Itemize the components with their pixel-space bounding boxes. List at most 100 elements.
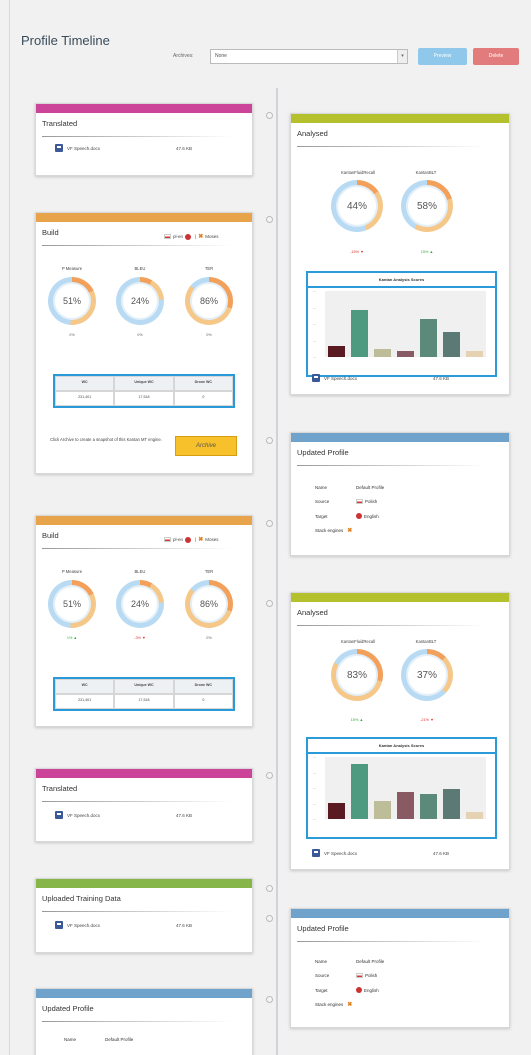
profile-key: Stack engines <box>315 1002 344 1007</box>
preview-button[interactable]: Preview <box>418 48 467 65</box>
updated-profile-card: Updated Profile Name Default Profile <box>35 988 253 1055</box>
card-title: Translated <box>42 119 78 128</box>
profile-value: Default Profile <box>105 1037 134 1042</box>
timeline-node <box>266 996 273 1003</box>
card-title: Build <box>42 531 59 540</box>
profile-row: Stack engines ✖ <box>315 1001 354 1008</box>
chart-bar <box>350 764 369 819</box>
table-cell: 0 <box>173 694 233 709</box>
kantan-blt-gauge: 58% <box>401 180 453 232</box>
profile-row: Name Default Profile <box>64 1037 133 1042</box>
gauge-label: P Measure <box>61 569 83 574</box>
engine-name: Moses <box>205 234 219 239</box>
chart-bar <box>465 351 484 357</box>
gauge-value: 58% <box>408 187 446 225</box>
page-title: Profile Timeline <box>21 33 110 48</box>
delta-value: 15% <box>350 718 359 722</box>
gauge-value: 24% <box>123 284 157 318</box>
profile-value: Default Profile <box>356 959 385 964</box>
translated-card: Translated VF Speech.docx 47.6 KB <box>35 103 253 176</box>
profile-key: Target <box>315 513 328 519</box>
card-header <box>36 213 252 222</box>
file-row[interactable]: VF Speech.docx <box>312 374 357 382</box>
title-underline <box>297 465 487 466</box>
word-count-table: WC Unique WC Drone WC 231,401 17,518 0 <box>53 677 235 711</box>
bleu-gauge: 24% <box>116 277 164 325</box>
fluid-recall-gauge: 44% <box>331 180 383 232</box>
analysis-chart: Kantan Analysis Scores — — — — — <box>306 271 497 377</box>
card-title: Analysed <box>297 129 328 138</box>
ter-gauge: 86% <box>185 277 233 325</box>
updated-profile-card: Updated Profile Name Default Profile Sou… <box>290 908 510 1028</box>
profile-row: Target English <box>315 987 379 993</box>
moses-icon: ✖ <box>198 234 204 240</box>
profile-row: Source Polish <box>315 973 377 978</box>
profile-value: Default Profile <box>356 485 385 490</box>
timeline-node <box>266 772 273 779</box>
analysed-card: Analysed KantanFluidRecall KantanBLT 83%… <box>290 592 510 870</box>
file-row[interactable]: VF Speech.docx <box>55 811 100 819</box>
file-size: 47.6 KB <box>176 146 193 151</box>
gauge-label: KantanFluidRecall <box>341 170 375 175</box>
profile-row: Name Default Profile <box>315 959 384 964</box>
build-card: Build pl-en | ✖ Moses P Measure BLEU TER… <box>35 212 253 474</box>
table-header: Unique WC <box>114 376 174 391</box>
chart-bar <box>373 801 392 819</box>
archives-select[interactable]: None ▾ <box>210 49 408 64</box>
card-header <box>291 433 509 442</box>
engine-info: pl-en | ✖ Moses <box>164 233 218 240</box>
gauge-delta: 0% <box>206 636 212 640</box>
table-header: Drone WC <box>173 679 233 694</box>
file-name: VF Speech.docx <box>67 145 101 151</box>
file-row[interactable]: VF Speech.docx <box>55 144 100 152</box>
profile-row: Target English <box>315 513 379 519</box>
gauge-value: 24% <box>123 587 157 621</box>
card-header <box>36 989 252 998</box>
english-flag-icon <box>185 233 192 240</box>
title-underline <box>42 911 232 912</box>
file-size: 47.6 KB <box>176 813 193 818</box>
archive-note: Click Archive to create a snapshot of th… <box>50 437 162 442</box>
y-tick: — <box>313 786 316 790</box>
chart-bar <box>327 803 346 819</box>
table-cell: 17,518 <box>114 694 174 709</box>
timeline-spine <box>276 88 278 1055</box>
title-underline <box>42 801 232 802</box>
document-icon <box>312 849 320 857</box>
table-cell: 231,401 <box>55 391 115 406</box>
chart-bar <box>442 788 461 819</box>
table-cell: 231,401 <box>55 694 115 709</box>
table-cell: 0 <box>173 391 233 406</box>
profile-value: Polish <box>365 499 378 504</box>
file-row[interactable]: VF Speech.docx <box>55 921 100 929</box>
file-row[interactable]: VF Speech.docx <box>312 849 357 857</box>
card-header <box>36 769 252 778</box>
gauge-label: KantanBLT <box>415 170 437 175</box>
updated-profile-card: Updated Profile Name Default Profile Sou… <box>290 432 510 556</box>
card-header <box>291 909 509 918</box>
profile-key: Stack engines <box>315 528 344 533</box>
gauge-value: 37% <box>408 656 446 694</box>
chart-bar <box>396 792 415 819</box>
delta-value: 15% <box>420 250 429 254</box>
chart-title: Kantan Analysis Scores <box>308 273 495 288</box>
gauge-value: 83% <box>338 656 376 694</box>
profile-row: Name Default Profile <box>315 485 384 490</box>
profile-key: Target <box>315 987 328 993</box>
timeline-node <box>266 915 273 922</box>
archive-button[interactable]: Archive <box>175 436 237 456</box>
moses-icon: ✖ <box>347 1002 353 1008</box>
gauge-label: BLEU <box>134 266 146 271</box>
timeline-node <box>266 600 273 607</box>
delete-button[interactable]: Delete <box>473 48 519 65</box>
profile-row: Stack engines ✖ <box>315 527 354 534</box>
file-size: 47.6 KB <box>433 851 450 856</box>
table-cell: 17,518 <box>114 391 174 406</box>
gauge-value: 51% <box>55 284 89 318</box>
gauge-delta-down: -15% ▼ <box>350 250 364 254</box>
chevron-down-icon[interactable]: ▾ <box>397 50 407 63</box>
file-size: 47.6 KB <box>433 376 450 381</box>
card-title: Uploaded Training Data <box>42 894 121 903</box>
table-header: WC <box>55 376 115 391</box>
moses-icon: ✖ <box>198 537 204 543</box>
